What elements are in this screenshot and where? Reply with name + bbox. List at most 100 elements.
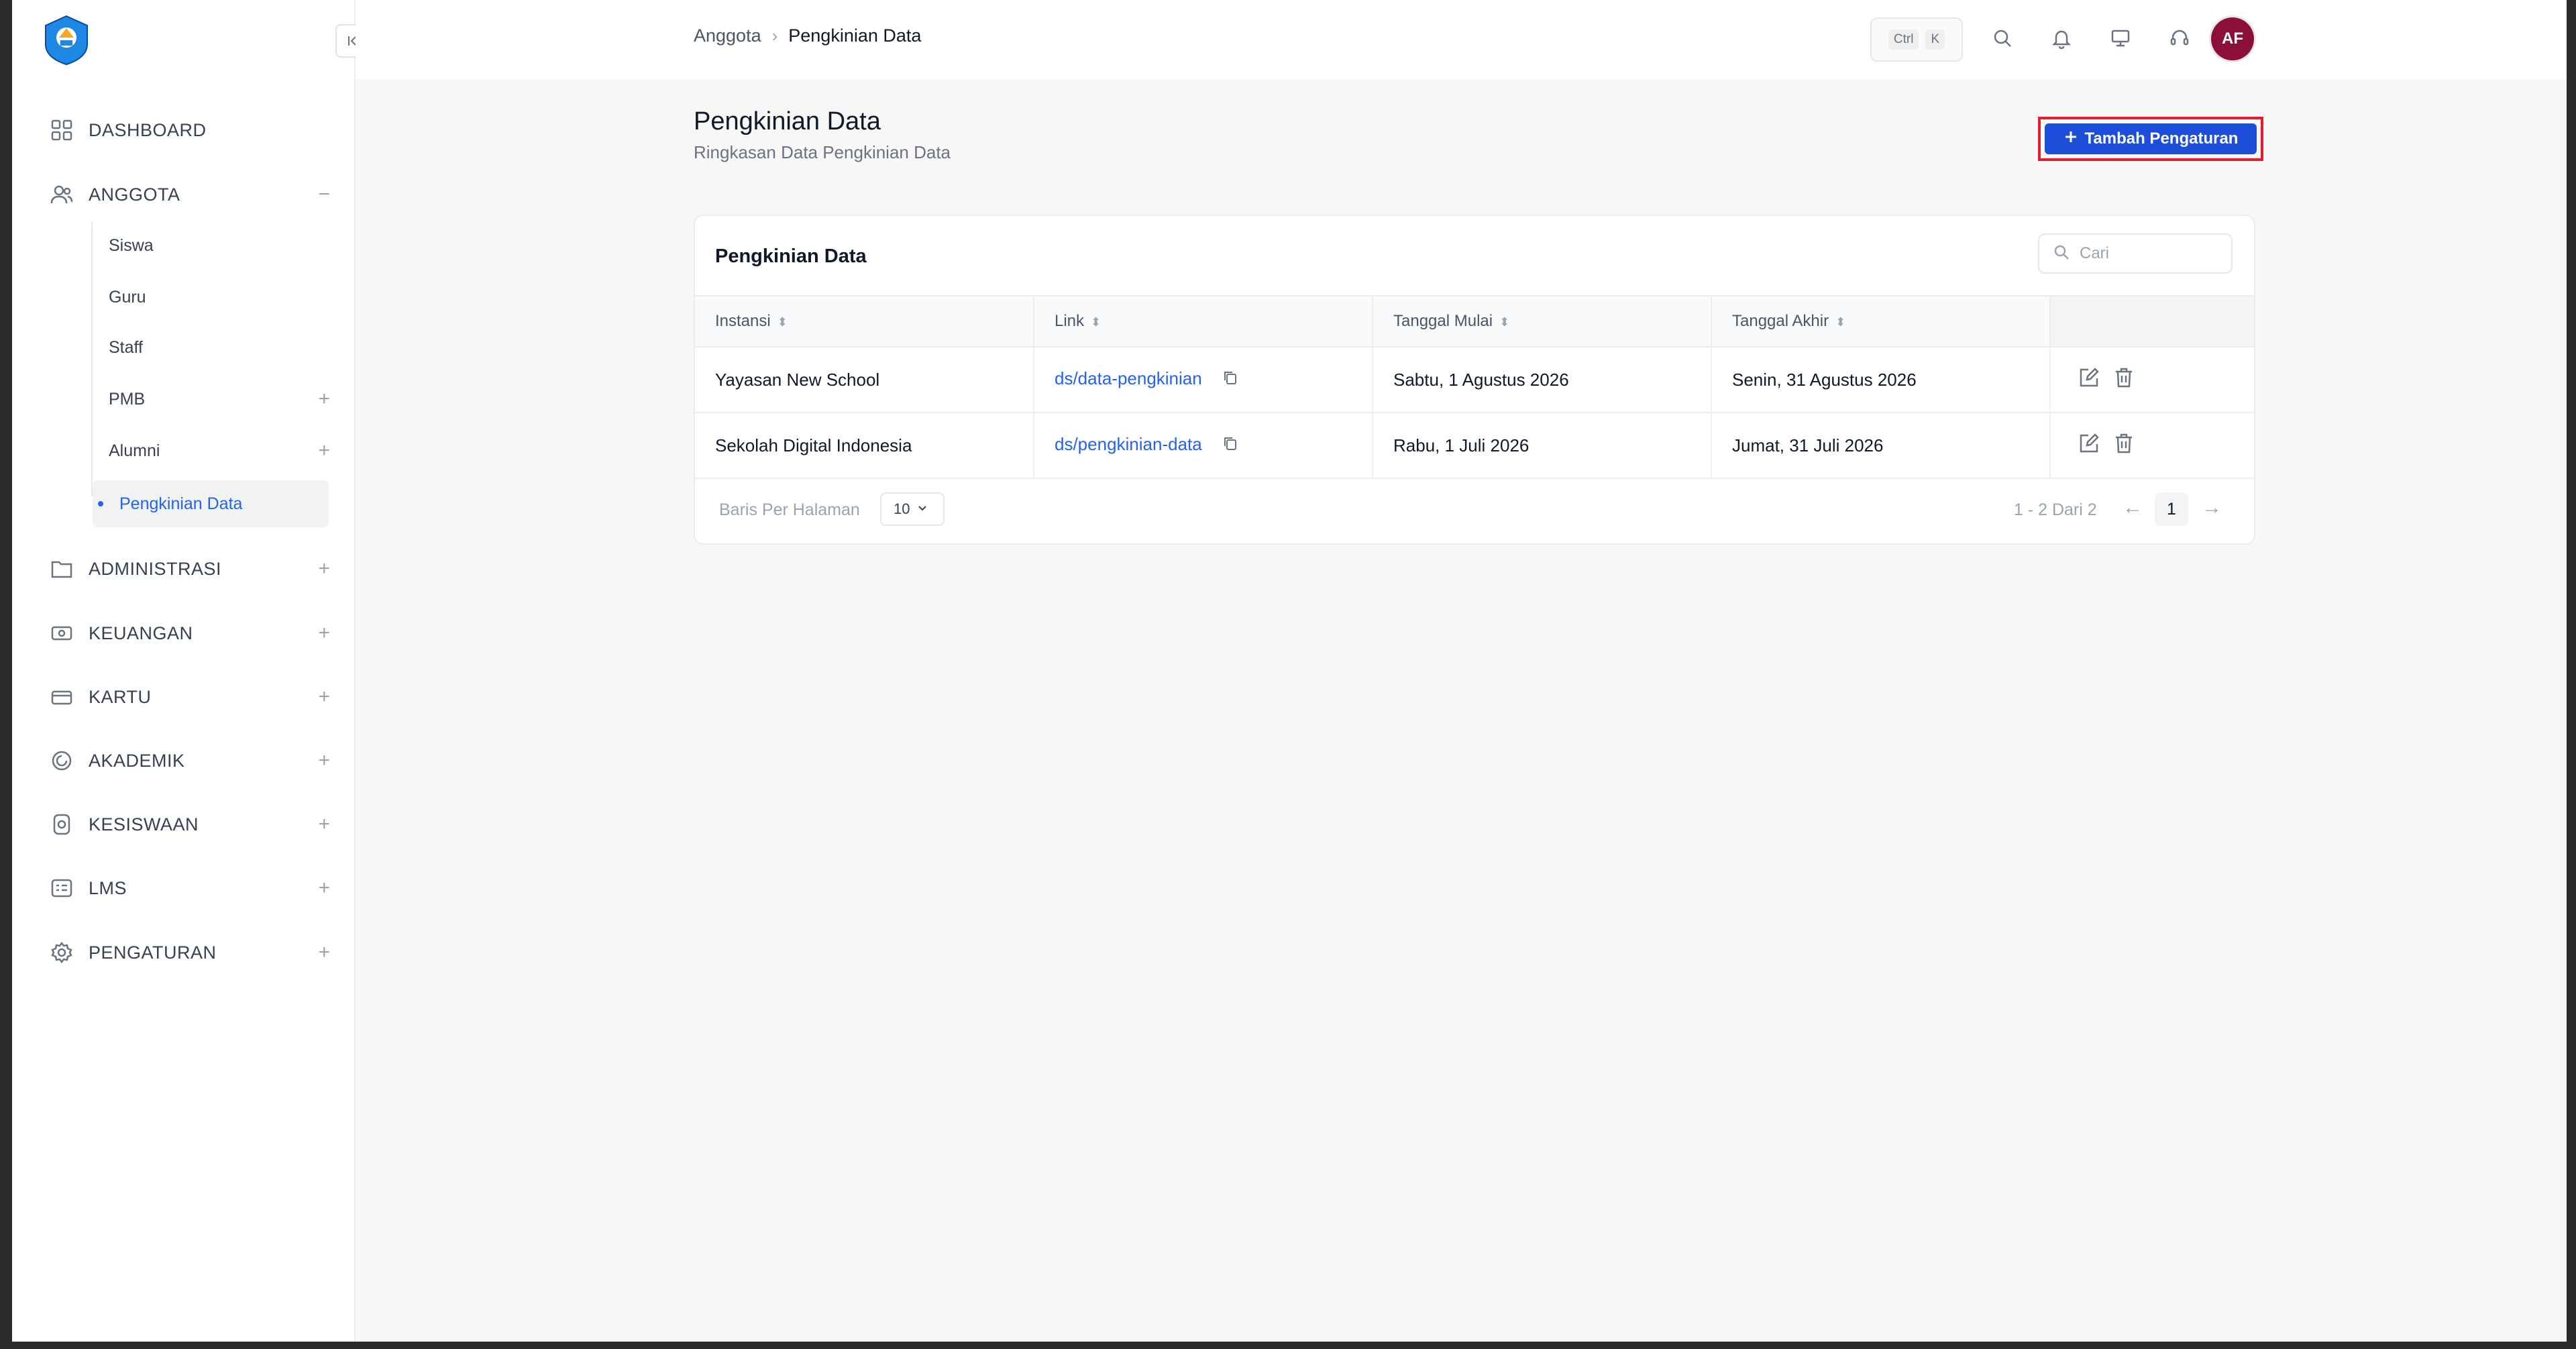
sidebar-item-label: KESISWAAN [89,814,199,834]
cell-tanggal-mulai: Sabtu, 1 Agustus 2026 [1373,347,1712,413]
arrow-left-icon[interactable]: ← [2123,496,2143,519]
column-header-actions [2050,295,2254,347]
rows-per-page-value: 10 [894,500,910,517]
column-label: Instansi [715,312,771,330]
sidebar-item-dashboard[interactable]: DASHBOARD [48,110,330,150]
data-card: Pengkinian Data Instansi ⬍ Link ⬍ Tanggal … [694,215,2255,545]
sidebar-item-label: ADMINISTRASI [89,558,222,579]
arrow-right-icon[interactable]: → [2202,496,2222,519]
column-label: Link [1055,312,1085,330]
sort-icon: ⬍ [1499,315,1510,329]
expand-toggle[interactable]: + [318,439,330,462]
sort-icon: ⬍ [1835,315,1846,329]
column-label: Tanggal Mulai [1393,312,1493,330]
cell-actions [2050,347,2254,413]
sidebar-item-pengaturan[interactable]: PENGATURAN + [48,932,330,973]
bell-icon[interactable] [2046,23,2077,54]
column-header-instansi[interactable]: Instansi ⬍ [695,295,1034,347]
page-button-current[interactable]: 1 [2155,492,2188,526]
card-title: Pengkinian Data [715,246,867,267]
table-footer: Baris Per Halaman 10 1 - 2 Dari 2 ← 1 → [695,484,2254,538]
sidebar-item-alumni[interactable]: Alumni + [109,431,330,471]
sidebar-item-pmb[interactable]: PMB + [109,379,330,419]
highlight-box: Tambah Pengaturan [2038,117,2263,161]
cell-tanggal-akhir: Senin, 31 Agustus 2026 [1711,347,2051,413]
trash-icon[interactable] [2112,366,2135,394]
student-icon [48,811,75,838]
rows-per-page-select[interactable]: 10 [880,492,945,526]
monitor-icon[interactable] [2105,23,2136,54]
avatar[interactable]: AF [2211,17,2254,60]
expand-toggle[interactable]: + [318,622,330,645]
add-setting-button[interactable]: Tambah Pengaturan [2045,123,2257,154]
edit-icon[interactable] [2078,432,2100,460]
expand-toggle[interactable]: + [318,813,330,836]
money-icon [48,620,75,647]
sort-icon: ⬍ [1091,315,1102,329]
top-bar: Anggota › Pengkinian Data Ctrl K AF [356,0,2567,79]
breadcrumb: Anggota › Pengkinian Data [694,25,921,46]
app-logo[interactable] [40,13,93,66]
sidebar-item-label: PMB [109,389,146,409]
link-text[interactable]: ds/pengkinian-data [1055,434,1202,454]
search-input[interactable] [2078,244,2229,264]
sidebar-item-anggota[interactable]: ANGGOTA − [48,174,330,215]
folder-icon [48,555,75,582]
trash-icon[interactable] [2112,432,2135,460]
breadcrumb-current: Pengkinian Data [788,25,922,46]
expand-toggle[interactable]: + [318,749,330,772]
sidebar-item-label: DASHBOARD [89,119,207,140]
copy-icon[interactable] [1222,436,1239,456]
search-field[interactable] [2038,233,2233,274]
lms-icon [48,875,75,902]
link-text[interactable]: ds/data-pengkinian [1055,368,1202,388]
table-header-row: Instansi ⬍ Link ⬍ Tanggal Mulai ⬍ Tanggal A… [695,295,2254,347]
add-setting-label: Tambah Pengaturan [2084,129,2239,148]
search-shortcut-button[interactable]: Ctrl K [1870,17,1963,62]
expand-toggle[interactable]: + [318,686,330,708]
academic-icon [48,747,75,774]
sidebar-item-label: KARTU [89,686,152,707]
cell-actions [2050,413,2254,479]
collapse-toggle[interactable]: − [318,183,330,206]
sidebar-item-keuangan[interactable]: KEUANGAN + [48,613,330,653]
gear-icon [48,939,75,966]
cell-link: ds/data-pengkinian [1034,347,1373,413]
copy-icon[interactable] [1222,370,1239,390]
cell-link: ds/pengkinian-data [1034,413,1373,479]
expand-toggle[interactable]: + [318,941,330,964]
sidebar-item-label: AKADEMIK [89,750,185,771]
sidebar-item-label: KEUANGAN [89,623,193,643]
expand-toggle[interactable]: + [318,877,330,900]
plus-icon [2063,129,2078,149]
sidebar-item-administrasi[interactable]: ADMINISTRASI + [48,549,330,589]
support-icon[interactable] [2164,23,2195,54]
active-dot [98,501,103,506]
expand-toggle[interactable]: + [318,388,330,411]
breadcrumb-anggota[interactable]: Anggota [694,25,761,46]
sidebar-item-lms[interactable]: LMS + [48,868,330,908]
table-row: Sekolah Digital Indonesia ds/pengkinian-… [695,413,2254,479]
sidebar-item-guru[interactable]: Guru [109,277,330,317]
sidebar-item-label: LMS [89,877,127,898]
sidebar-item-siswa[interactable]: Siswa [109,225,330,266]
sidebar-item-label: Guru [109,287,146,307]
sidebar-item-staff[interactable]: Staff [109,327,330,368]
column-header-tanggal-mulai[interactable]: Tanggal Mulai ⬍ [1373,295,1712,347]
page-info: 1 - 2 Dari 2 [2014,500,2097,519]
column-header-tanggal-akhir[interactable]: Tanggal Akhir ⬍ [1711,295,2051,347]
column-header-link[interactable]: Link ⬍ [1034,295,1373,347]
sidebar-item-akademik[interactable]: AKADEMIK + [48,741,330,781]
search-icon[interactable] [1987,23,2018,54]
sidebar-item-label: Pengkinian Data [119,494,243,513]
page-title: Pengkinian Data [694,107,881,136]
kbd-ctrl: Ctrl [1888,30,1919,50]
chevron-down-icon [916,500,928,518]
expand-toggle[interactable]: + [318,557,330,580]
sidebar-item-kartu[interactable]: KARTU + [48,677,330,717]
sidebar-item-pengkinian-data[interactable]: Pengkinian Data [93,480,329,527]
app-window: DASHBOARD ANGGOTA − Siswa Guru Staff PMB… [12,0,2567,1342]
edit-icon[interactable] [2078,366,2100,394]
sidebar-item-kesiswaan[interactable]: KESISWAAN + [48,804,330,845]
sidebar-item-label: PENGATURAN [89,942,217,963]
